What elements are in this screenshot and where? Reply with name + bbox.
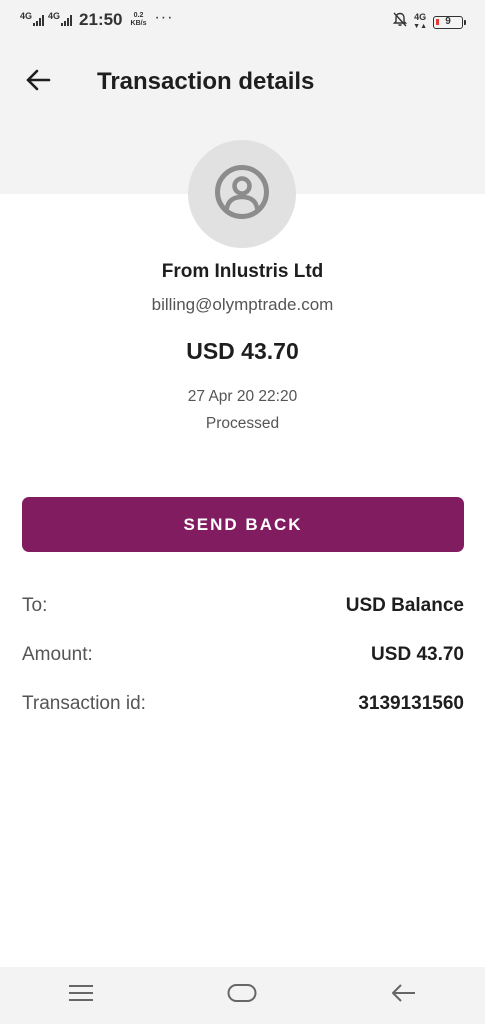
- transaction-date: 27 Apr 20 22:20: [187, 388, 298, 405]
- back-button[interactable]: [22, 66, 54, 98]
- battery-icon: 9: [433, 15, 466, 29]
- network-indicator: 4G ▼▲: [413, 12, 427, 31]
- network-type-label: 4G: [414, 12, 427, 22]
- network-speed: 0.2 KB/s: [131, 12, 147, 28]
- network-type-label: 4G: [48, 10, 61, 21]
- menu-button[interactable]: [51, 976, 111, 1016]
- network-speed-value: 0.2: [133, 12, 144, 19]
- arrow-left-icon: [25, 69, 51, 96]
- status-left: 4G 4G 21:50 0.2 KB/s ···: [20, 9, 174, 30]
- navigation-bar: [0, 967, 485, 1024]
- send-back-button[interactable]: SEND BACK: [22, 497, 464, 552]
- avatar: [188, 140, 296, 248]
- battery-level: 9: [445, 15, 451, 27]
- user-circle-icon: [214, 164, 270, 225]
- menu-icon: [68, 984, 94, 1007]
- app-bar: Transaction details: [0, 52, 485, 112]
- detail-value: USD Balance: [345, 595, 464, 616]
- sender-email: billing@olymptrade.com: [151, 295, 334, 314]
- home-icon: [227, 983, 257, 1008]
- status-time: 21:50: [79, 10, 123, 29]
- more-notifications-icon: ···: [154, 9, 174, 26]
- status-bar: 4G 4G 21:50 0.2 KB/s ··· 4G ▼▲ 9: [0, 0, 485, 42]
- detail-row-transaction-id: Transaction id: 3139131560: [22, 690, 464, 718]
- signal-icon: 4G: [20, 10, 45, 26]
- system-back-button[interactable]: [374, 976, 434, 1016]
- detail-label: Transaction id:: [22, 693, 146, 714]
- page-title: Transaction details: [97, 68, 315, 95]
- status-right: 4G ▼▲ 9: [392, 12, 466, 32]
- detail-row-to: To: USD Balance: [22, 592, 464, 620]
- transaction-amount: USD 43.70: [186, 338, 299, 364]
- home-button[interactable]: [212, 976, 272, 1016]
- sender-name: From Inlustris Ltd: [161, 261, 324, 282]
- detail-value: USD 43.70: [371, 644, 464, 665]
- mute-notification-icon: [392, 12, 408, 32]
- detail-label: Amount:: [22, 644, 93, 665]
- network-type-label: 4G: [20, 10, 33, 21]
- back-icon: [391, 984, 417, 1007]
- signal-icon: 4G: [48, 10, 73, 26]
- network-speed-unit: KB/s: [130, 20, 147, 27]
- detail-label: To:: [22, 595, 48, 616]
- detail-value: 3139131560: [358, 693, 464, 714]
- detail-row-amount: Amount: USD 43.70: [22, 641, 464, 669]
- transaction-status: Processed: [205, 415, 280, 432]
